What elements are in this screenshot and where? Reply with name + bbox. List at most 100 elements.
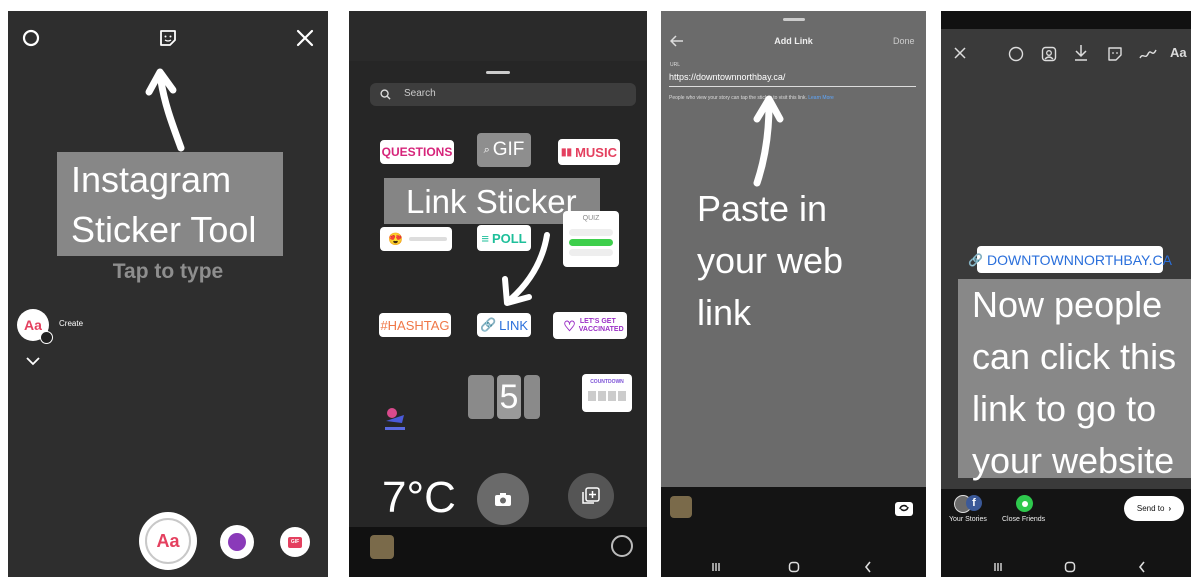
cat-gif-sticker[interactable]	[382, 403, 408, 435]
gallery-thumbnail[interactable]	[370, 535, 394, 559]
close-icon[interactable]	[294, 27, 316, 49]
gif-button[interactable]: GIF	[280, 527, 310, 557]
search-icon	[379, 88, 391, 100]
url-value: https://downtownnorthbay.ca/	[669, 72, 786, 82]
sticker-icon[interactable]	[157, 27, 179, 49]
flip-digit-left	[468, 375, 494, 419]
drag-handle[interactable]	[783, 18, 805, 21]
create-label: Create	[59, 319, 84, 328]
callout-line-3: link to go to	[972, 388, 1157, 429]
gallery-thumbnail[interactable]	[670, 496, 692, 518]
tap-to-type-text[interactable]: Tap to type	[8, 260, 328, 284]
story-editor-panel: Instagram Sticker Tool Tap to type Aa Cr…	[8, 11, 328, 577]
quiz-sticker[interactable]: QUIZ	[563, 211, 619, 267]
callout-line-2: can click this	[972, 336, 1177, 377]
music-sticker[interactable]: ▮▮ MUSIC	[558, 139, 620, 165]
capture-button[interactable]	[611, 535, 633, 557]
instruction-line-3: link	[697, 292, 752, 333]
camera-sticker[interactable]	[477, 473, 529, 525]
status-bar	[941, 11, 1191, 29]
callout-line-1: Instagram	[71, 159, 232, 200]
sticker-tray-panel: Search QUESTIONS ⌕ GIF ▮▮ MUSIC Link Stick…	[349, 11, 647, 577]
instruction-callout: Now people can click this link to go to …	[958, 279, 1191, 481]
mention-icon[interactable]	[1040, 45, 1058, 63]
music-bars-icon: ▮▮	[561, 146, 573, 158]
search-input[interactable]: Search	[370, 83, 636, 106]
add-photo-sticker[interactable]	[568, 473, 614, 519]
flip-digit-right	[524, 375, 540, 419]
learn-more-link[interactable]: Learn More	[808, 95, 834, 101]
home-icon[interactable]	[787, 560, 801, 574]
flip-digit-number: 5	[497, 375, 521, 419]
drag-handle[interactable]	[486, 71, 510, 74]
music-sticker-label: MUSIC	[575, 144, 617, 160]
countdown-label: COUNTDOWN	[590, 379, 624, 385]
nav-back-icon[interactable]	[861, 560, 875, 574]
link-sticker[interactable]: 🔗 LINK	[477, 313, 531, 337]
recent-apps-icon[interactable]	[709, 560, 723, 574]
create-mode-button[interactable]: Aa	[139, 512, 197, 570]
close-friends-icon[interactable]	[1016, 495, 1033, 512]
facebook-icon: f	[966, 495, 982, 511]
story-preview-panel: Aa 🔗 DOWNTOWNNORTHBAY.CA Now people can c…	[941, 11, 1191, 577]
your-stories-label[interactable]: Your Stories	[949, 516, 987, 523]
arrow-up-icon	[143, 66, 193, 156]
star-dot	[1021, 500, 1028, 507]
url-label: URL	[670, 62, 681, 68]
callout-text: Link Sticker	[406, 183, 577, 220]
chevron-right-icon: ›	[1168, 504, 1172, 513]
instruction-line-1: Paste in	[697, 188, 828, 229]
home-icon[interactable]	[1063, 560, 1077, 574]
vaccinated-sticker-label: LET'S GET VACCINATED	[578, 317, 624, 333]
chevron-down-icon[interactable]	[24, 354, 42, 368]
sticker-icon[interactable]	[1106, 45, 1124, 63]
arrow-down-icon	[497, 229, 557, 309]
gif-sticker-label: GIF	[492, 139, 525, 160]
emoji-face-icon: 😍	[388, 232, 403, 246]
close-friends-label[interactable]: Close Friends	[1002, 516, 1045, 523]
instruction-line-2: your web	[697, 240, 844, 281]
text-tool-icon[interactable]: Aa	[1170, 45, 1187, 60]
send-to-button[interactable]: Send to ›	[1124, 496, 1184, 521]
mention-button[interactable]	[220, 525, 254, 559]
link-sticker-label: DOWNTOWNNORTHBAY.CA	[987, 251, 1172, 268]
download-icon[interactable]	[1072, 44, 1090, 62]
link-icon: 🔗	[968, 252, 984, 267]
heart-icon: ♡	[563, 317, 576, 334]
countdown-boxes	[588, 391, 626, 401]
arrow-up-icon	[747, 91, 787, 191]
temperature-sticker[interactable]: 7°C	[382, 472, 456, 524]
search-placeholder: Search	[404, 88, 436, 99]
link-sticker-label: LINK	[499, 317, 529, 333]
effects-icon[interactable]	[1007, 45, 1025, 63]
send-to-label: Send to	[1136, 504, 1165, 513]
quiz-option-2	[569, 239, 613, 246]
remove-badge-icon[interactable]	[40, 331, 53, 344]
gif-sticker[interactable]: ⌕ GIF	[477, 133, 531, 167]
camera-icon	[495, 492, 511, 506]
questions-sticker[interactable]: QUESTIONS	[380, 140, 454, 164]
poll-icon: ≡	[481, 230, 489, 246]
nav-back-icon[interactable]	[1135, 560, 1149, 574]
emoji-slider-sticker[interactable]: 😍	[380, 227, 452, 251]
flip-camera-icon[interactable]	[893, 497, 915, 519]
countdown-sticker[interactable]: COUNTDOWN	[582, 374, 632, 412]
callout-line-1: Now people	[972, 284, 1163, 325]
add-link-panel: Add Link Done URL https://downtownnorthb…	[661, 11, 926, 577]
done-button[interactable]: Done	[893, 36, 915, 46]
close-icon[interactable]	[952, 45, 968, 61]
slider-track	[408, 237, 447, 241]
countdown-clock-sticker[interactable]: 5	[468, 373, 540, 421]
top-bar	[349, 11, 647, 61]
url-input[interactable]: https://downtownnorthbay.ca/	[669, 70, 916, 87]
draw-icon[interactable]	[1137, 45, 1159, 63]
create-mode-label: Aa	[145, 518, 191, 564]
link-sticker[interactable]: 🔗 DOWNTOWNNORTHBAY.CA	[968, 246, 1172, 273]
hashtag-sticker[interactable]: #HASHTAG	[379, 313, 451, 337]
add-photo-icon	[582, 487, 600, 504]
recent-apps-icon[interactable]	[991, 560, 1005, 574]
vaccinated-sticker[interactable]: ♡ LET'S GET VACCINATED	[553, 312, 627, 339]
quiz-label: QUIZ	[582, 215, 600, 222]
settings-icon[interactable]	[20, 27, 42, 49]
callout-line-2: Sticker Tool	[71, 209, 257, 250]
